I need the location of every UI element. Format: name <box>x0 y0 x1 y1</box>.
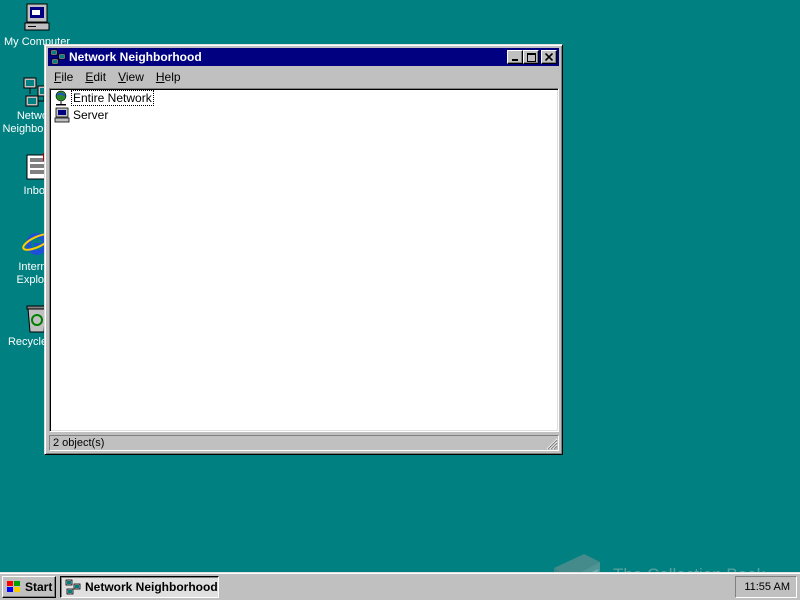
minimize-button[interactable] <box>507 50 523 64</box>
network-neighborhood-window[interactable]: Network Neighborhood File Edit View Help… <box>44 44 563 455</box>
list-item-server[interactable]: Server <box>54 107 109 123</box>
desktop-icon-my-computer[interactable]: My Computer <box>0 2 74 49</box>
network-neighborhood-icon <box>65 579 81 595</box>
system-tray: 11:55 AM <box>735 576 797 598</box>
menu-help[interactable]: Help <box>150 70 187 84</box>
menu-view[interactable]: View <box>112 70 150 84</box>
title-bar[interactable]: Network Neighborhood <box>48 48 559 66</box>
taskbar: Start Network Neighborhood 11:55 AM <box>0 572 800 600</box>
menu-file[interactable]: File <box>48 70 79 84</box>
windows-logo-icon <box>7 581 20 592</box>
list-item-label: Server <box>73 108 109 122</box>
start-label: Start <box>25 580 53 594</box>
menu-edit[interactable]: Edit <box>79 70 112 84</box>
maximize-button[interactable] <box>523 50 539 64</box>
taskbar-button-label: Network Neighborhood <box>85 580 218 594</box>
window-title: Network Neighborhood <box>69 50 202 64</box>
list-item-entire-network[interactable]: Entire Network <box>54 90 154 106</box>
taskbar-button-network-neighborhood[interactable]: Network Neighborhood <box>60 576 219 598</box>
close-button[interactable] <box>541 50 557 64</box>
menu-accelerator: V <box>118 70 126 84</box>
maximize-icon <box>526 52 536 62</box>
network-neighborhood-icon <box>50 49 66 65</box>
close-icon <box>545 53 553 61</box>
status-text: 2 object(s) <box>49 434 559 451</box>
menu-label: elp <box>164 70 181 84</box>
menu-label: dit <box>93 70 107 84</box>
my-computer-icon <box>24 3 50 31</box>
status-bar: 2 object(s) <box>49 434 559 451</box>
menu-label: ile <box>61 70 74 84</box>
menu-accelerator: H <box>155 70 165 84</box>
minimize-icon <box>512 59 518 61</box>
server-computer-icon <box>54 107 70 123</box>
entire-network-icon <box>55 90 67 106</box>
menu-bar: File Edit View Help <box>48 68 559 86</box>
list-item-label: Entire Network <box>71 90 154 106</box>
start-button[interactable]: Start <box>2 576 56 598</box>
menu-label: iew <box>125 70 144 84</box>
clock[interactable]: 11:55 AM <box>744 581 790 593</box>
resize-grip-icon[interactable] <box>546 438 558 450</box>
file-list-view[interactable]: Entire Network Server <box>49 88 559 432</box>
